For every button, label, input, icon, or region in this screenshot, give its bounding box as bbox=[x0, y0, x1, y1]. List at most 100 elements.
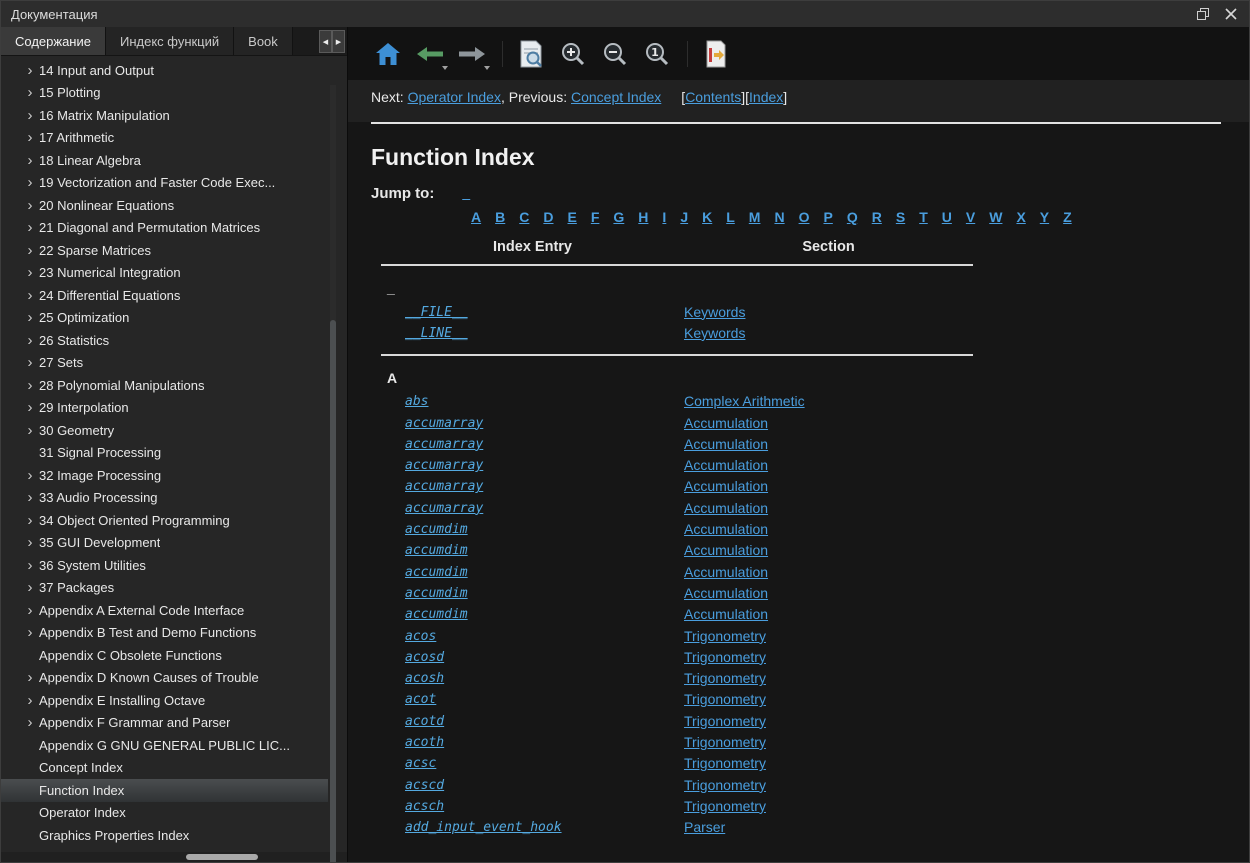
tree-item[interactable]: Function Index bbox=[1, 779, 328, 802]
function-link[interactable]: acoth bbox=[405, 735, 444, 750]
function-link[interactable]: acotd bbox=[405, 714, 444, 729]
section-link[interactable]: Accumulation bbox=[684, 542, 768, 558]
tree-item[interactable]: Concept Index bbox=[1, 757, 328, 780]
jump-letter-F[interactable]: F bbox=[591, 209, 600, 225]
nav-next-link[interactable]: Operator Index bbox=[408, 89, 501, 105]
chevron-right-icon[interactable]: › bbox=[21, 580, 39, 595]
tab-3[interactable]: Book bbox=[234, 27, 293, 55]
function-link[interactable]: add_input_event_hook bbox=[405, 820, 562, 835]
section-link[interactable]: Accumulation bbox=[684, 415, 768, 431]
chevron-right-icon[interactable]: › bbox=[21, 175, 39, 190]
function-link[interactable]: __FILE__ bbox=[405, 305, 468, 320]
tree-item[interactable]: ›20 Nonlinear Equations bbox=[1, 194, 328, 217]
chevron-right-icon[interactable]: › bbox=[21, 130, 39, 145]
chevron-right-icon[interactable]: › bbox=[21, 198, 39, 213]
chevron-right-icon[interactable]: › bbox=[21, 670, 39, 685]
forward-button[interactable] bbox=[454, 35, 490, 73]
function-link[interactable]: accumarray bbox=[405, 416, 483, 431]
section-link[interactable]: Complex Arithmetic bbox=[684, 393, 805, 409]
function-link[interactable]: acot bbox=[405, 692, 436, 707]
jump-letter-L[interactable]: L bbox=[726, 209, 735, 225]
chevron-right-icon[interactable]: › bbox=[21, 625, 39, 640]
section-link[interactable]: Trigonometry bbox=[684, 691, 766, 707]
section-link[interactable]: Trigonometry bbox=[684, 649, 766, 665]
home-button[interactable] bbox=[370, 35, 406, 73]
chevron-right-icon[interactable]: › bbox=[21, 535, 39, 550]
tree-item[interactable]: ›35 GUI Development bbox=[1, 532, 328, 555]
back-button[interactable] bbox=[412, 35, 448, 73]
nav-previous-link[interactable]: Concept Index bbox=[571, 89, 661, 105]
jump-letter-Q[interactable]: Q bbox=[847, 209, 858, 225]
function-link[interactable]: accumarray bbox=[405, 479, 483, 494]
chevron-right-icon[interactable]: › bbox=[21, 153, 39, 168]
chevron-right-icon[interactable]: › bbox=[21, 715, 39, 730]
jump-letter-Z[interactable]: Z bbox=[1063, 209, 1072, 225]
jump-letter-W[interactable]: W bbox=[989, 209, 1002, 225]
tree-item[interactable]: Appendix C Obsolete Functions bbox=[1, 644, 328, 667]
section-link[interactable]: Accumulation bbox=[684, 521, 768, 537]
tree-item[interactable]: ›18 Linear Algebra bbox=[1, 149, 328, 172]
tree-item[interactable]: ›34 Object Oriented Programming bbox=[1, 509, 328, 532]
jump-letter-E[interactable]: E bbox=[568, 209, 577, 225]
section-link[interactable]: Accumulation bbox=[684, 436, 768, 452]
tree-item[interactable]: ›14 Input and Output bbox=[1, 59, 328, 82]
tree-item[interactable]: Graphics Properties Index bbox=[1, 824, 328, 847]
section-link[interactable]: Parser bbox=[684, 819, 725, 835]
function-link[interactable]: accumarray bbox=[405, 501, 483, 516]
zoom-original-button[interactable]: 1 bbox=[639, 35, 675, 73]
chevron-right-icon[interactable]: › bbox=[21, 108, 39, 123]
tab-2[interactable]: Индекс функций bbox=[106, 27, 234, 55]
horizontal-scrollbar-thumb[interactable] bbox=[186, 854, 258, 860]
tree-item[interactable]: ›29 Interpolation bbox=[1, 397, 328, 420]
tree-item[interactable]: ›27 Sets bbox=[1, 352, 328, 375]
jump-letter-D[interactable]: D bbox=[543, 209, 553, 225]
chevron-right-icon[interactable]: › bbox=[21, 288, 39, 303]
section-link[interactable]: Trigonometry bbox=[684, 734, 766, 750]
tree-item[interactable]: ›21 Diagonal and Permutation Matrices bbox=[1, 217, 328, 240]
jump-letter-M[interactable]: M bbox=[749, 209, 761, 225]
function-link[interactable]: acos bbox=[405, 629, 436, 644]
function-link[interactable]: __LINE__ bbox=[405, 326, 468, 341]
section-link[interactable]: Accumulation bbox=[684, 606, 768, 622]
chevron-right-icon[interactable]: › bbox=[21, 513, 39, 528]
section-link[interactable]: Accumulation bbox=[684, 500, 768, 516]
tab-scroll-right-button[interactable]: ▶ bbox=[332, 30, 345, 53]
sidebar-horizontal-scrollbar[interactable] bbox=[1, 852, 347, 862]
tree-item[interactable]: ›16 Matrix Manipulation bbox=[1, 104, 328, 127]
jump-letter-C[interactable]: C bbox=[519, 209, 529, 225]
section-link[interactable]: Trigonometry bbox=[684, 777, 766, 793]
tree-item[interactable]: Operator Index bbox=[1, 802, 328, 825]
section-link[interactable]: Trigonometry bbox=[684, 755, 766, 771]
jump-letter-J[interactable]: J bbox=[680, 209, 688, 225]
function-link[interactable]: accumdim bbox=[405, 543, 468, 558]
tree-item[interactable]: ›Appendix E Installing Octave bbox=[1, 689, 328, 712]
chevron-right-icon[interactable]: › bbox=[21, 490, 39, 505]
section-link[interactable]: Accumulation bbox=[684, 564, 768, 580]
section-link[interactable]: Trigonometry bbox=[684, 628, 766, 644]
section-link[interactable]: Keywords bbox=[684, 325, 745, 341]
forward-history-caret-icon[interactable] bbox=[484, 66, 490, 70]
function-link[interactable]: acsc bbox=[405, 756, 436, 771]
tree-item[interactable]: ›25 Optimization bbox=[1, 307, 328, 330]
nav-index-link[interactable]: Index bbox=[749, 89, 783, 105]
jump-letter-K[interactable]: K bbox=[702, 209, 712, 225]
tree-item[interactable]: ›36 System Utilities bbox=[1, 554, 328, 577]
tree-item[interactable]: ›37 Packages bbox=[1, 577, 328, 600]
jump-letter-Y[interactable]: Y bbox=[1040, 209, 1049, 225]
jump-letter-P[interactable]: P bbox=[823, 209, 832, 225]
section-link[interactable]: Trigonometry bbox=[684, 670, 766, 686]
chevron-right-icon[interactable]: › bbox=[21, 310, 39, 325]
function-link[interactable]: accumdim bbox=[405, 586, 468, 601]
tree-item[interactable]: 31 Signal Processing bbox=[1, 442, 328, 465]
chevron-right-icon[interactable]: › bbox=[21, 243, 39, 258]
section-link[interactable]: Keywords bbox=[684, 304, 745, 320]
jump-letter-R[interactable]: R bbox=[872, 209, 882, 225]
tree-item[interactable]: ›Appendix A External Code Interface bbox=[1, 599, 328, 622]
chevron-right-icon[interactable]: › bbox=[21, 400, 39, 415]
chevron-right-icon[interactable]: › bbox=[21, 265, 39, 280]
section-link[interactable]: Trigonometry bbox=[684, 713, 766, 729]
tree-item[interactable]: ›17 Arithmetic bbox=[1, 127, 328, 150]
chevron-right-icon[interactable]: › bbox=[21, 603, 39, 618]
tree-item[interactable]: ›30 Geometry bbox=[1, 419, 328, 442]
tree-item[interactable]: ›32 Image Processing bbox=[1, 464, 328, 487]
